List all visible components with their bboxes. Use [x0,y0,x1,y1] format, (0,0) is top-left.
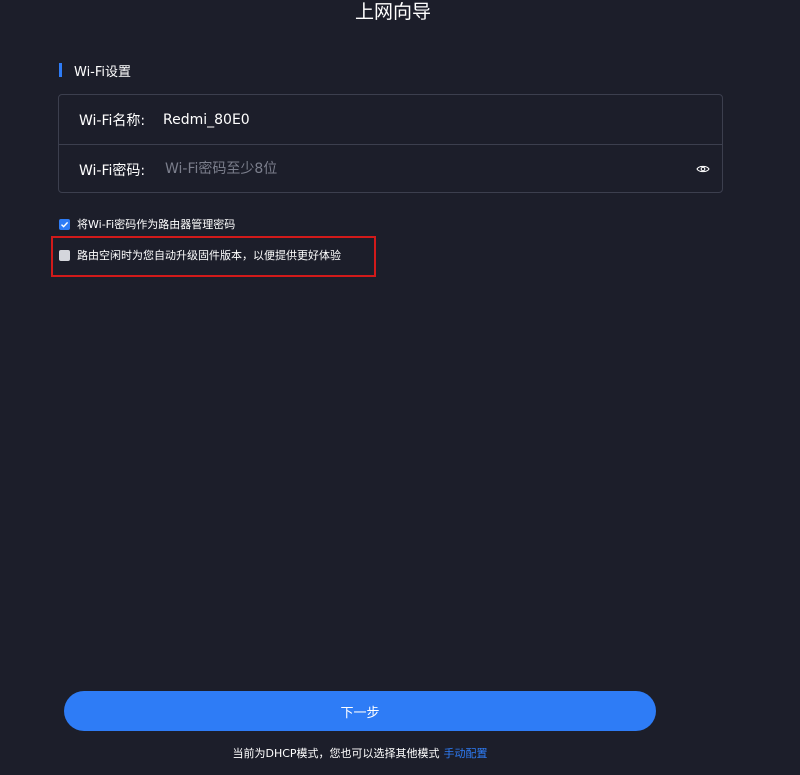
wifi-password-row: Wi-Fi密码: [59,145,722,194]
eye-icon[interactable] [696,163,710,175]
manual-config-link[interactable]: 手动配置 [444,747,488,760]
wifi-name-label: Wi-Fi名称: [79,112,146,129]
wifi-section-header: Wi-Fi设置 [59,62,132,80]
wifi-name-value[interactable]: Redmi_80E0 [163,112,250,128]
page-title: 上网向导 [354,1,431,23]
wifi-name-row: Wi-Fi名称: Redmi_80E0 [59,95,722,145]
footer-text: 当前为DHCP模式，您也可以选择其他模式 [232,747,440,760]
section-accent-bar [59,63,62,77]
wifi-section-title: Wi-Fi设置 [74,64,132,80]
admin-password-option[interactable]: 将Wi-Fi密码作为路由器管理密码 [59,216,235,232]
wifi-settings-card: Wi-Fi名称: Redmi_80E0 Wi-Fi密码: [58,94,723,193]
next-button[interactable]: 下一步 [64,691,656,731]
admin-password-option-label: 将Wi-Fi密码作为路由器管理密码 [77,218,236,231]
footer-mode-info: 当前为DHCP模式，您也可以选择其他模式 手动配置 [0,745,720,761]
highlight-annotation-box [51,236,376,277]
wifi-password-label: Wi-Fi密码: [79,162,146,179]
wifi-password-input[interactable] [165,154,685,184]
checkmark-icon [61,221,69,228]
admin-password-checkbox[interactable] [59,218,70,230]
